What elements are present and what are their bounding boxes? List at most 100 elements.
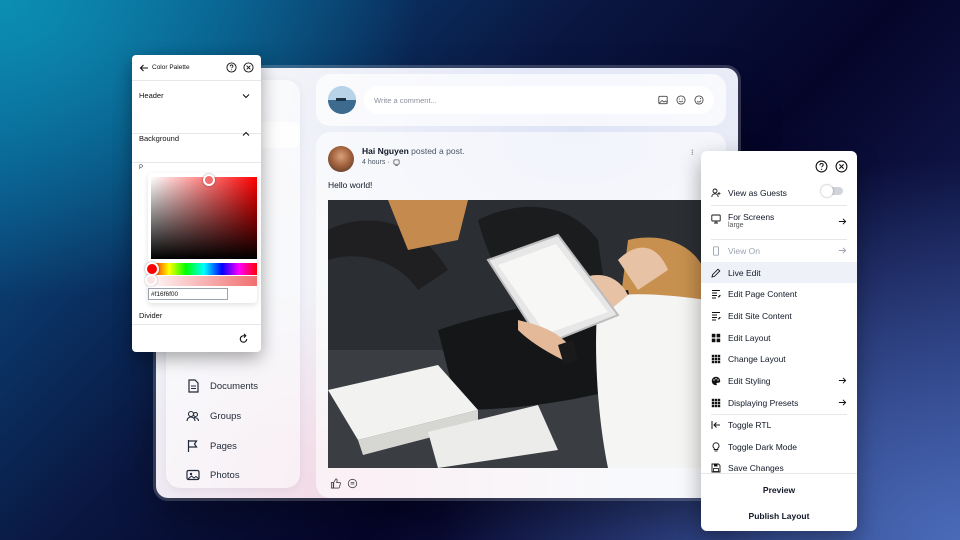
page-edit-icon [712,289,721,298]
divider [711,205,847,206]
publish-layout-button[interactable]: Publish Layout [701,504,857,528]
color-picker [145,173,257,303]
saturation-handle[interactable] [203,174,215,186]
close-icon[interactable] [835,160,848,173]
alpha-slider[interactable] [145,274,257,286]
like-icon[interactable] [330,478,341,489]
preview-button[interactable]: Preview [701,478,857,502]
rtl-icon [711,420,720,429]
menu-item-edit-layout[interactable]: Edit Layout [701,327,857,348]
post-action-text: posted a post. [411,146,465,156]
arrow-right-icon [838,218,847,225]
menu-item-edit-page-content[interactable]: Edit Page Content [701,283,857,304]
help-icon[interactable] [226,62,237,73]
arrow-right-icon [838,247,847,254]
chevron-down-icon [242,94,250,99]
menu-item-label: Displaying Presets [728,397,799,408]
groups-icon [186,410,200,422]
photos-icon [186,469,200,481]
menu-item-change-layout[interactable]: Change Layout [701,348,857,369]
saturation-area[interactable] [151,174,257,259]
reset-icon[interactable] [238,333,249,344]
guest-view-toggle[interactable] [821,185,843,197]
person-with-tablet-illustration [328,200,708,468]
close-icon[interactable] [243,62,254,73]
site-edit-icon [712,311,721,320]
menu-item-edit-styling[interactable]: Edit Styling [701,370,857,391]
monitor-icon [711,214,721,224]
menu-item-save-changes[interactable]: Save Changes [701,457,857,478]
settings-menu: View as Guests For Screens large View On… [701,151,857,531]
bulb-icon [712,441,720,451]
author-avatar[interactable] [328,146,354,172]
arrow-right-icon [838,399,847,406]
menu-item-label: Edit Site Content [728,310,792,321]
menu-item-view-on: View On [701,240,857,261]
menu-item-label: Edit Page Content [728,288,797,299]
sidebar-item-label: Documents [210,380,259,392]
menu-item-label: Save Changes [728,462,784,473]
section-header-label: Header [139,91,164,100]
sidebar-item-label: Groups [210,410,242,422]
sidebar-item-photos[interactable]: Photos [186,468,240,482]
chevron-up-icon [242,131,250,136]
menu-item-view-as-guests[interactable]: View as Guests [701,182,857,203]
post-photo[interactable] [328,200,708,468]
post-actions [330,478,358,489]
flag-icon [187,440,198,452]
section-background-label: Background [139,134,180,143]
avatar [328,86,356,114]
hex-input[interactable] [148,288,228,300]
pencil-icon [711,268,721,278]
menu-item-toggle-rtl[interactable]: Toggle RTL [701,414,857,435]
menu-item-label: View as Guests [728,187,787,198]
palette-section-background[interactable]: Background [132,131,261,163]
menu-item-label: View On [728,245,760,256]
sticker-icon[interactable] [694,95,704,105]
phone-icon [713,245,719,256]
menu-item-label: Toggle Dark Mode [728,441,797,452]
save-icon [711,463,721,472]
sidebar-item-groups[interactable]: Groups [186,409,241,423]
sidebar-item-label: Pages [210,440,237,452]
post-meta: 4 hours · [362,159,400,166]
comment-icon[interactable] [347,478,358,489]
post-time: 4 hours · [362,159,390,166]
palette-section-divider[interactable]: Divider [132,307,261,325]
comment-input[interactable]: Write a comment... [364,86,714,114]
back-arrow-icon[interactable] [139,63,149,73]
arrow-right-icon [838,377,847,384]
privacy-icon [393,159,400,166]
sidebar-item-pages[interactable]: Pages [186,439,237,453]
menu-item-displaying-presets[interactable]: Displaying Presets [701,392,857,413]
divider [701,473,857,474]
menu-item-for-screens[interactable]: For Screens large [701,209,857,237]
palette-section-header[interactable]: Header [132,81,261,133]
menu-item-label: Toggle RTL [728,419,772,430]
sidebar-item-label: Photos [210,469,240,481]
menu-item-label: Edit Layout [728,332,771,343]
layout-icon [711,333,721,342]
author-name[interactable]: Hai Nguyen [362,146,409,156]
image-icon[interactable] [658,95,668,105]
menu-item-edit-site-content[interactable]: Edit Site Content [701,305,857,326]
post-more-icon[interactable]: ⁝ [691,148,694,157]
presets-icon [711,398,721,407]
help-icon[interactable] [815,160,828,173]
menu-item-label: Edit Styling [728,375,771,386]
post-header: Hai Nguyen posted a post. [362,146,465,156]
menu-item-live-edit[interactable]: Live Edit [701,262,857,283]
comment-composer: Write a comment... [316,74,726,126]
hue-slider[interactable] [145,262,257,276]
menu-item-label: Live Edit [728,267,761,278]
sidebar-item-documents[interactable]: Documents [186,379,258,393]
background-field-label: P [139,165,144,171]
screen-size-value: large [728,222,744,229]
alpha-handle[interactable] [145,274,157,286]
menu-item-toggle-dark-mode[interactable]: Toggle Dark Mode [701,436,857,457]
avatar-landscape-image [328,86,356,114]
post-card: Hai Nguyen posted a post. 4 hours · ⁝ He… [316,132,726,498]
palette-icon [711,376,721,385]
palette-header: Color Palette [132,55,261,81]
emoji-icon[interactable] [676,95,686,105]
